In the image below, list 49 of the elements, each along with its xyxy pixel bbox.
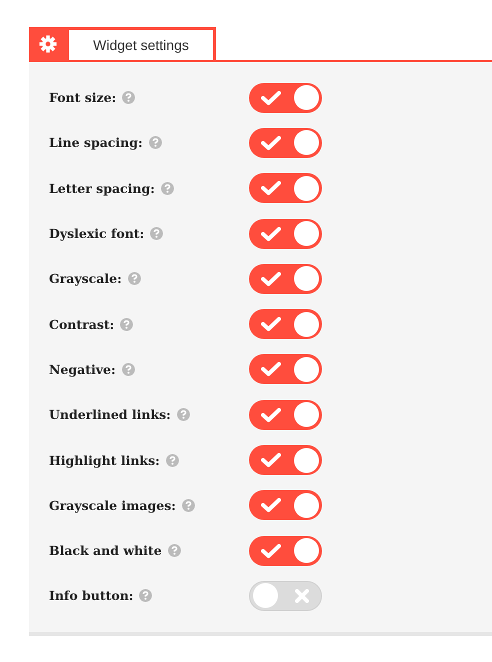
check-icon bbox=[261, 361, 281, 378]
toggle-switch[interactable] bbox=[249, 264, 322, 294]
setting-label: Grayscale images: bbox=[49, 498, 176, 513]
help-icon[interactable] bbox=[176, 408, 190, 422]
help-icon[interactable] bbox=[128, 272, 141, 286]
help-icon[interactable] bbox=[120, 318, 134, 331]
toggle-switch[interactable] bbox=[249, 490, 322, 520]
help-icon[interactable] bbox=[168, 544, 181, 558]
check-icon bbox=[261, 497, 281, 514]
help-icon[interactable] bbox=[182, 498, 195, 512]
check-icon bbox=[261, 134, 281, 151]
settings-tab[interactable]: Widget settings bbox=[66, 27, 216, 60]
toggle-switch[interactable] bbox=[249, 218, 322, 249]
setting-label: Info button: bbox=[49, 588, 134, 604]
check-icon bbox=[261, 316, 281, 332]
check-icon bbox=[261, 180, 281, 196]
check-icon bbox=[261, 90, 281, 106]
help-icon[interactable] bbox=[122, 362, 135, 376]
check-icon bbox=[261, 452, 281, 468]
help-icon[interactable] bbox=[166, 454, 179, 467]
setting-label: Underlined links: bbox=[49, 407, 171, 422]
toggle-switch[interactable] bbox=[249, 536, 322, 566]
help-icon[interactable] bbox=[139, 589, 152, 602]
toggle-switch[interactable] bbox=[249, 580, 322, 611]
setting-label: Font size: bbox=[49, 90, 116, 106]
setting-label: Dyslexic font: bbox=[49, 226, 144, 242]
setting-label: Highlight links: bbox=[49, 452, 160, 468]
help-icon[interactable] bbox=[148, 136, 162, 150]
setting-label: Black and white bbox=[49, 543, 162, 558]
toggle-switch[interactable] bbox=[249, 354, 322, 384]
setting-label: Grayscale: bbox=[49, 271, 122, 286]
toggle-switch[interactable] bbox=[249, 128, 322, 158]
toggle-switch[interactable] bbox=[249, 445, 322, 476]
help-icon[interactable] bbox=[122, 91, 136, 104]
check-icon bbox=[261, 226, 281, 242]
close-icon bbox=[295, 588, 309, 603]
setting-label: Letter spacing: bbox=[49, 180, 155, 196]
check-icon bbox=[261, 270, 281, 287]
toggle-switch[interactable] bbox=[249, 82, 322, 113]
toggle-switch[interactable] bbox=[249, 309, 322, 340]
help-icon[interactable] bbox=[150, 227, 164, 240]
toggle-switch[interactable] bbox=[249, 400, 322, 430]
help-icon[interactable] bbox=[160, 182, 174, 195]
setting-label: Contrast: bbox=[49, 316, 114, 332]
setting-label: Line spacing: bbox=[49, 135, 143, 150]
setting-label: Negative: bbox=[49, 362, 116, 377]
toggle-switch[interactable] bbox=[249, 173, 322, 204]
check-icon bbox=[261, 542, 281, 559]
check-icon bbox=[261, 406, 281, 423]
